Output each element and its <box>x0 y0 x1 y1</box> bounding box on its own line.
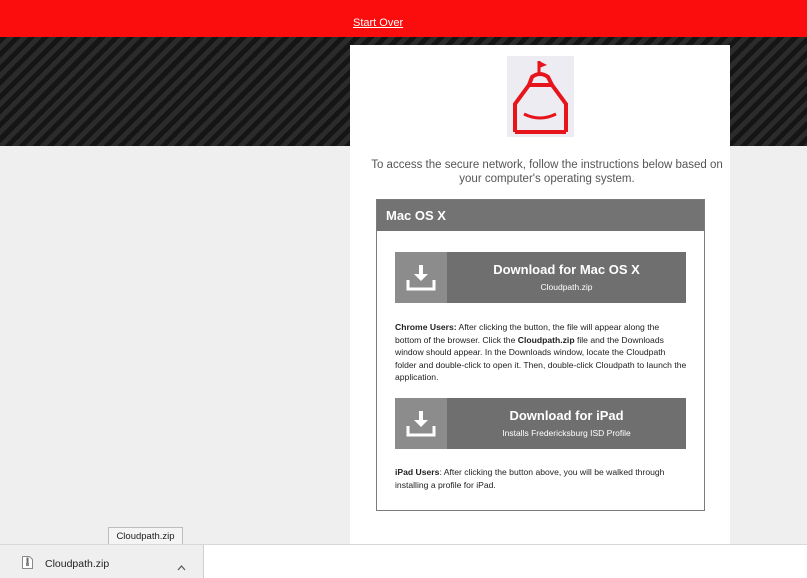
start-over-link[interactable]: Start Over <box>353 17 403 29</box>
download-ipad-title: Download for iPad <box>509 408 624 423</box>
ipad-users-label: iPad Users <box>395 467 440 477</box>
chrome-note-file: Cloudpath.zip <box>517 334 575 345</box>
download-shelf: Cloudpath.zip <box>0 544 807 578</box>
school-logo <box>507 56 574 137</box>
download-ipad-button[interactable]: Download for iPad Installs Fredericksbur… <box>395 398 686 449</box>
download-icon <box>395 252 447 303</box>
intro-text: To access the secure network, follow the… <box>371 159 723 185</box>
content-card: To access the secure network, follow the… <box>350 45 730 545</box>
mac-os-panel: Mac OS X Download for Mac OS X Cloudpath… <box>376 199 705 511</box>
download-icon <box>395 398 447 449</box>
chrome-users-note: Chrome Users: After clicking the button,… <box>395 321 687 384</box>
ipad-users-note: iPad Users: After clicking the button ab… <box>395 466 687 491</box>
panel-title: Mac OS X <box>386 208 446 223</box>
panel-header: Mac OS X <box>377 200 704 231</box>
chrome-users-label: Chrome Users: <box>395 322 457 332</box>
download-file-name: Cloudpath.zip <box>45 558 110 570</box>
download-item[interactable]: Cloudpath.zip <box>0 545 204 578</box>
download-mac-subtitle: Cloudpath.zip <box>540 282 593 292</box>
download-mac-title: Download for Mac OS X <box>493 262 640 277</box>
download-mac-button[interactable]: Download for Mac OS X Cloudpath.zip <box>395 252 686 303</box>
zip-file-icon <box>22 556 33 574</box>
top-bar: Start Over <box>0 0 807 37</box>
download-ipad-subtitle: Installs Fredericksburg ISD Profile <box>502 428 631 438</box>
chevron-up-icon[interactable] <box>177 558 186 576</box>
